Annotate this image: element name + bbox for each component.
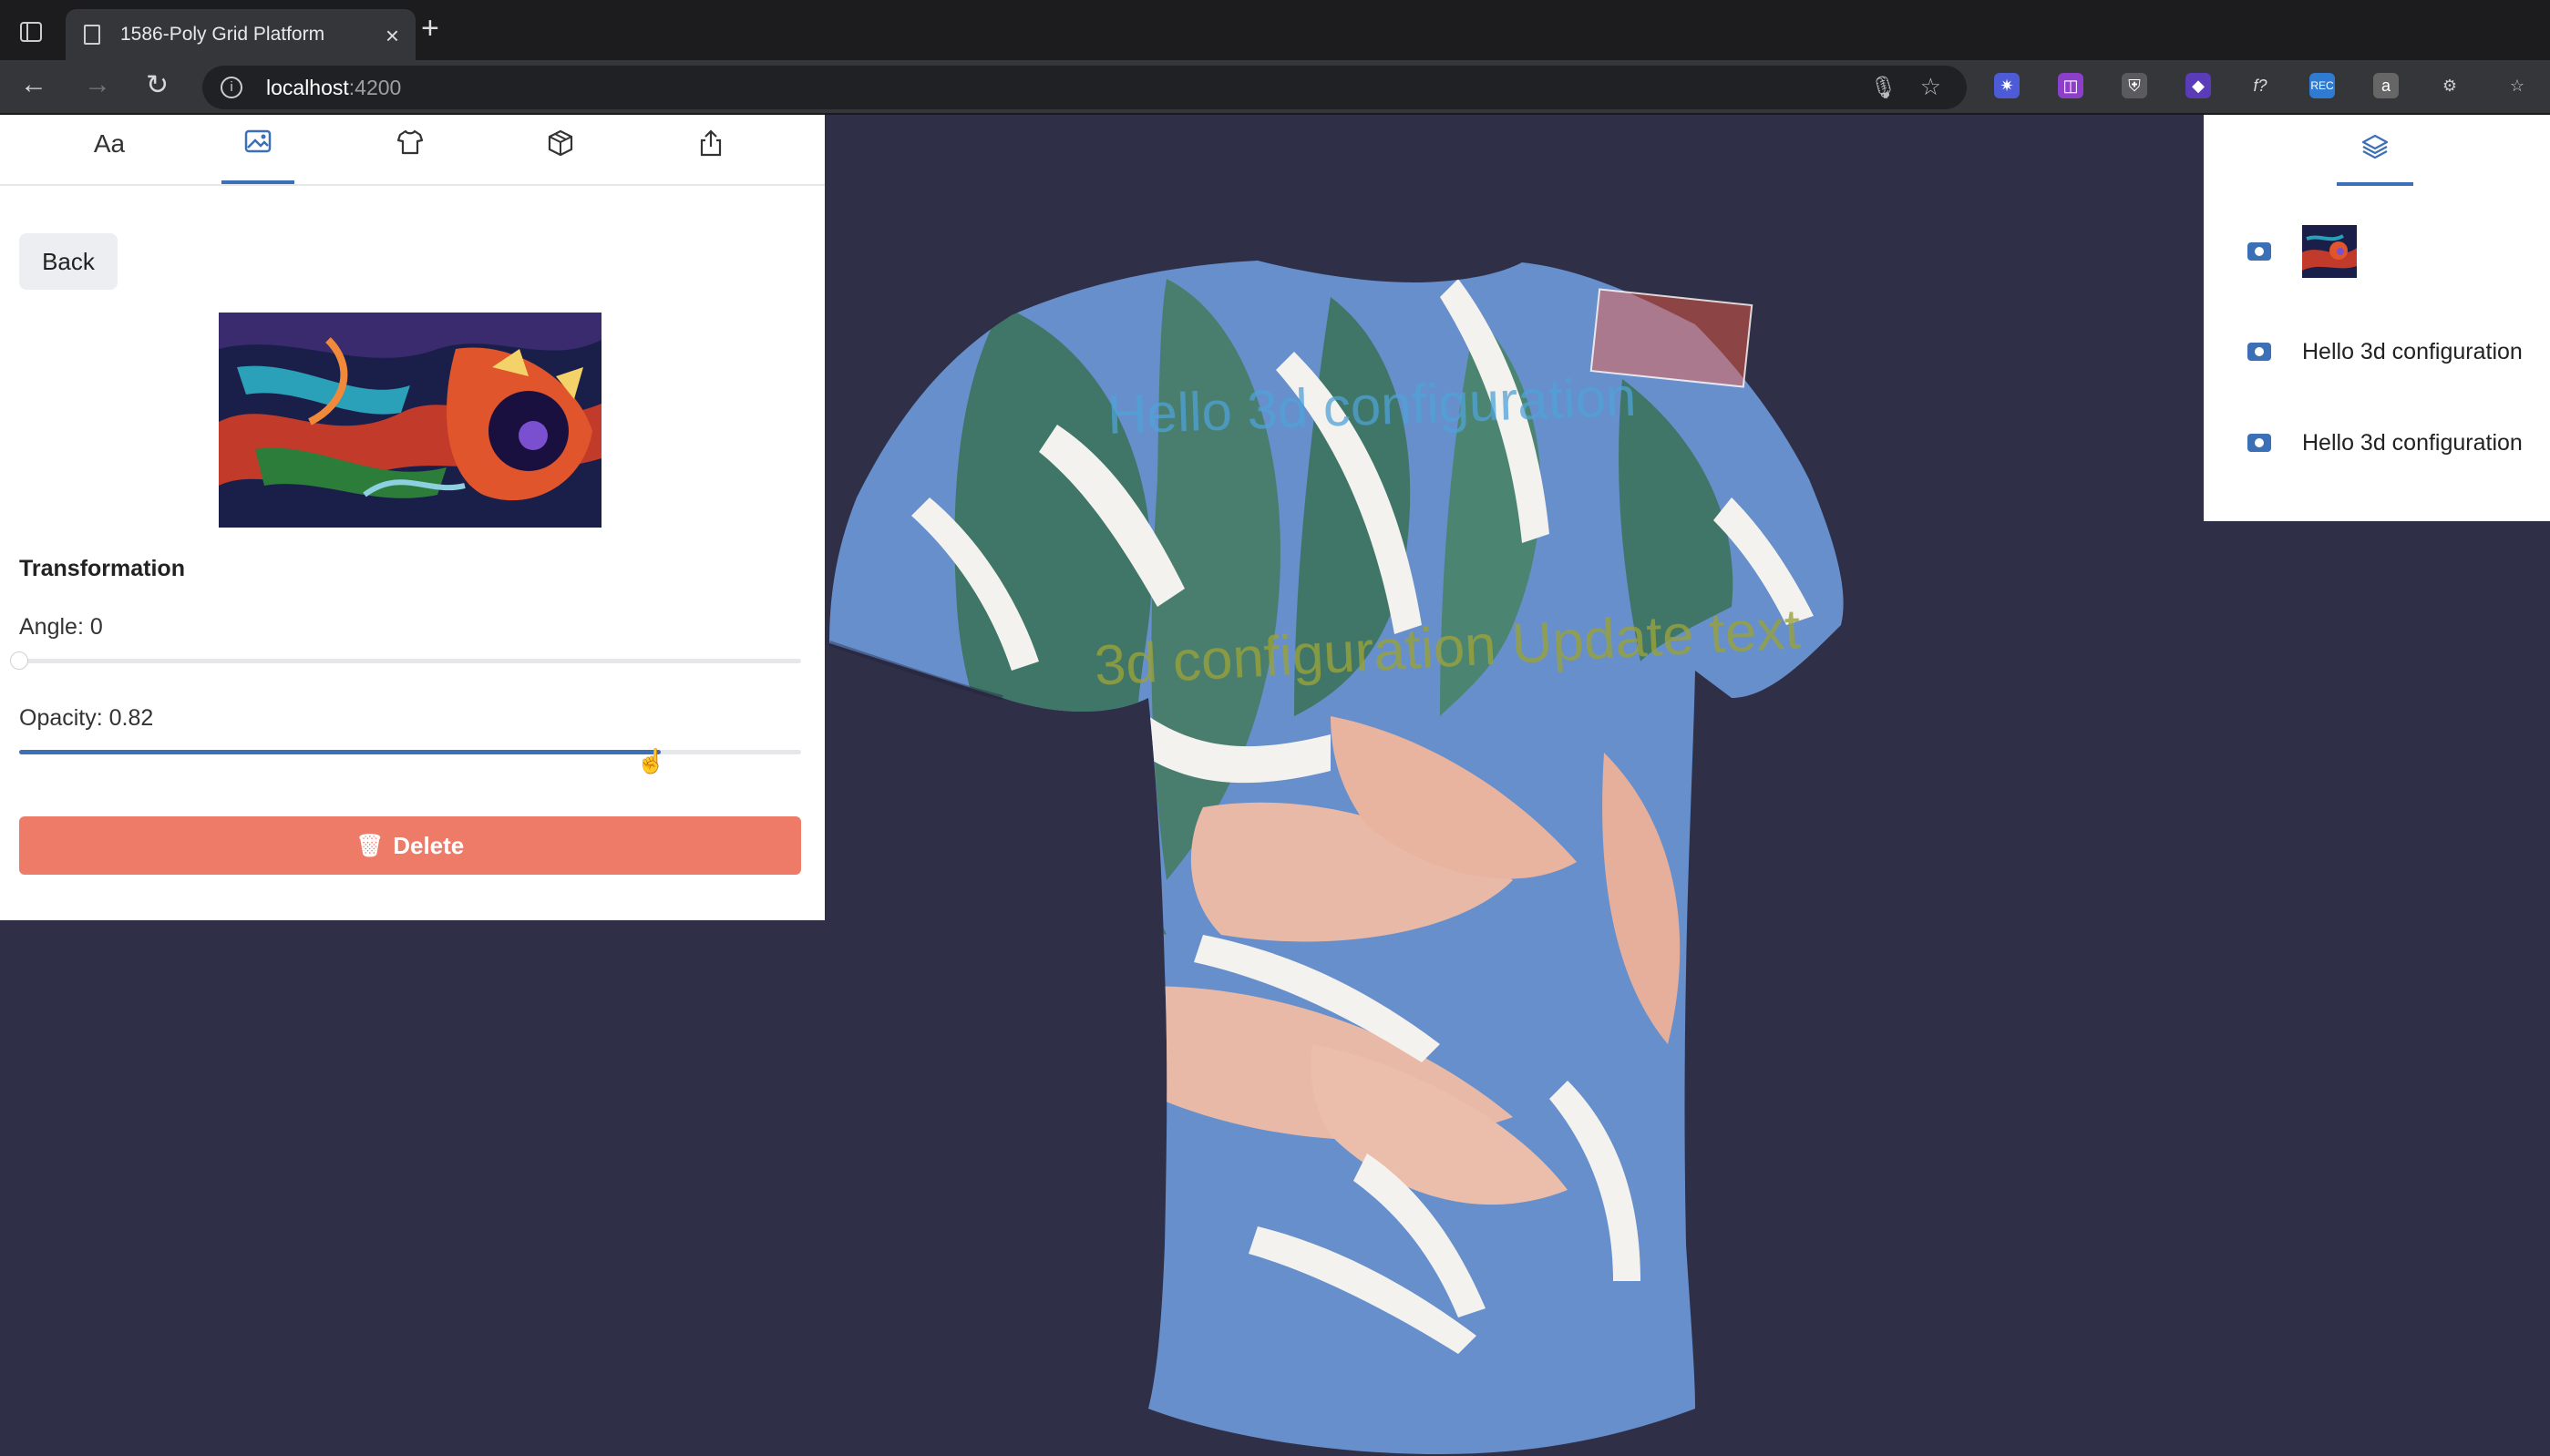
sidebar-toggle-icon[interactable] bbox=[20, 22, 42, 42]
shirt-3d-model[interactable]: Hello 3d configuration 3d configuration … bbox=[820, 242, 2032, 1456]
opacity-slider-fill bbox=[19, 750, 661, 754]
left-panel: Aa Back Transformation Angle: 0 Opacity:… bbox=[0, 115, 825, 920]
delete-button[interactable]: 🗑 Delete bbox=[19, 816, 801, 875]
back-arrow-icon[interactable]: ← bbox=[20, 69, 47, 100]
extension-rec-icon[interactable]: REC bbox=[2309, 73, 2335, 98]
extension-search-icon[interactable]: ◫ bbox=[2058, 73, 2083, 98]
back-button[interactable]: Back bbox=[19, 233, 118, 290]
extension-gear-icon[interactable]: ✷ bbox=[1994, 73, 2020, 98]
new-tab-button[interactable]: + bbox=[421, 13, 439, 44]
tab-text[interactable]: Aa bbox=[73, 129, 146, 184]
angle-slider[interactable] bbox=[10, 651, 801, 670]
visibility-eye-icon[interactable] bbox=[2247, 434, 2271, 452]
layer-item-image[interactable] bbox=[2247, 224, 2357, 279]
shirt-icon bbox=[396, 129, 424, 155]
box-icon bbox=[548, 129, 573, 157]
hand-cursor-icon: ☝ bbox=[636, 747, 666, 774]
tab-image[interactable] bbox=[221, 129, 294, 184]
layer-item-text[interactable]: Hello 3d configuration bbox=[2247, 415, 2523, 470]
extension-a-icon[interactable]: a bbox=[2373, 73, 2399, 98]
site-info-icon[interactable]: i bbox=[221, 77, 242, 98]
browser-toolbar: ← → ↻ i localhost:4200 🎙 ☆ ✷ ◫ ⛨ ◆ f? RE… bbox=[0, 60, 2550, 115]
layers-panel: Hello 3d configuration Hello 3d configur… bbox=[2204, 115, 2550, 521]
layer-label: Hello 3d configuration bbox=[2302, 338, 2523, 364]
favorites-icon[interactable]: ☆ bbox=[2504, 73, 2530, 98]
url-host: localhost bbox=[266, 75, 349, 99]
opacity-label: Opacity: 0.82 bbox=[19, 705, 154, 731]
angle-slider-knob[interactable] bbox=[10, 651, 28, 670]
selected-image-preview bbox=[219, 313, 602, 528]
tab-model[interactable] bbox=[524, 129, 597, 184]
layer-image-thumbnail bbox=[2302, 225, 2357, 278]
app-viewport: Hello 3d configuration 3d configuration … bbox=[0, 115, 2550, 1456]
close-tab-icon[interactable]: × bbox=[386, 22, 399, 50]
trash-icon: 🗑 bbox=[355, 833, 385, 858]
address-bar[interactable]: i localhost:4200 🎙 ☆ bbox=[202, 66, 1967, 109]
bookmark-star-icon[interactable]: ☆ bbox=[1920, 73, 1941, 101]
layers-icon bbox=[2361, 134, 2389, 159]
tab-export[interactable] bbox=[674, 129, 747, 184]
browser-tab[interactable]: 1586-Poly Grid Platform × bbox=[66, 9, 416, 60]
visibility-eye-icon[interactable] bbox=[2247, 242, 2271, 261]
layer-label: Hello 3d configuration bbox=[2302, 429, 2523, 456]
tab-layers[interactable] bbox=[2337, 133, 2413, 186]
visibility-eye-icon[interactable] bbox=[2247, 343, 2271, 361]
delete-label: Delete bbox=[393, 831, 465, 859]
layer-item-text[interactable]: Hello 3d configuration bbox=[2247, 324, 2523, 379]
image-icon bbox=[244, 129, 272, 153]
forward-arrow-icon[interactable]: → bbox=[84, 69, 111, 100]
text-icon: Aa bbox=[93, 129, 126, 158]
opacity-slider[interactable] bbox=[19, 750, 801, 754]
extensions-icon[interactable]: ⚙ bbox=[2437, 73, 2463, 98]
url-port: :4200 bbox=[348, 75, 402, 99]
panel-tabs: Aa bbox=[0, 115, 825, 186]
browser-tabstrip: 1586-Poly Grid Platform × + bbox=[0, 0, 2550, 60]
extension-puzzle-icon[interactable]: ◆ bbox=[2185, 73, 2211, 98]
extension-formula-icon[interactable]: f? bbox=[2247, 73, 2273, 98]
microphone-icon[interactable]: 🎙 bbox=[1870, 75, 1897, 101]
document-icon bbox=[84, 25, 100, 45]
transformation-title: Transformation bbox=[19, 556, 185, 581]
tab-shirt[interactable] bbox=[374, 129, 447, 184]
tab-title: 1586-Poly Grid Platform bbox=[120, 24, 325, 45]
reload-icon[interactable]: ↻ bbox=[146, 69, 169, 101]
share-icon bbox=[700, 129, 722, 157]
extension-shield-icon[interactable]: ⛨ bbox=[2122, 73, 2147, 98]
angle-label: Angle: 0 bbox=[19, 614, 103, 640]
